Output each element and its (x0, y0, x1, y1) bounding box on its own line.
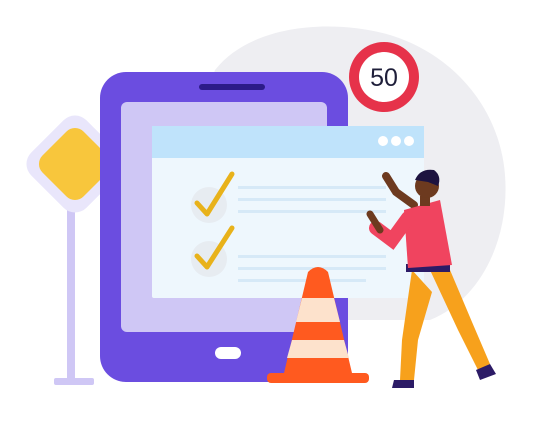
window-dot-icon (391, 136, 401, 146)
illustration-canvas: 50 (0, 0, 551, 422)
speed-limit-value: 50 (370, 64, 398, 92)
window-controls (378, 136, 414, 146)
speed-limit-sign-icon: 50 (349, 42, 419, 112)
window-dot-icon (404, 136, 414, 146)
checklist-window (152, 126, 424, 298)
window-dot-icon (378, 136, 388, 146)
